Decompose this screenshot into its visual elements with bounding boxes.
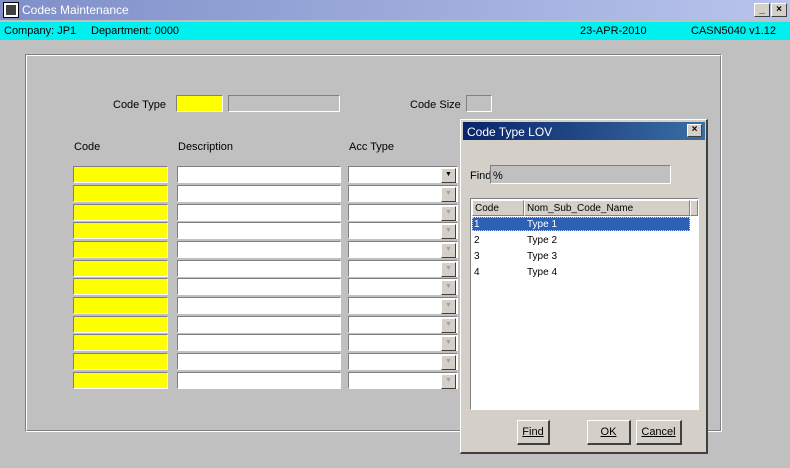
find-button-label: Find bbox=[522, 426, 544, 438]
code-type-input[interactable] bbox=[176, 95, 223, 112]
code-input[interactable] bbox=[73, 260, 168, 277]
cancel-button[interactable]: Cancel bbox=[636, 420, 682, 445]
list-header-filler bbox=[690, 200, 698, 216]
list-item[interactable]: 2 Type 2 bbox=[472, 234, 690, 248]
list-item-code: 4 bbox=[474, 267, 480, 278]
list-item-name: Type 2 bbox=[527, 235, 558, 246]
chevron-down-icon[interactable]: ▼ bbox=[441, 318, 456, 333]
list-item-code: 2 bbox=[474, 235, 480, 246]
acc-type-select[interactable]: ▼ bbox=[348, 222, 458, 239]
acc-type-select[interactable]: ▼ bbox=[348, 241, 458, 258]
code-input[interactable] bbox=[73, 278, 168, 295]
list-header-code[interactable]: Code bbox=[472, 200, 524, 216]
chevron-down-icon[interactable]: ▼ bbox=[441, 336, 456, 351]
code-type-label: Code Type bbox=[113, 99, 167, 111]
code-input[interactable] bbox=[73, 185, 168, 202]
list-header-name[interactable]: Nom_Sub_Code_Name bbox=[524, 200, 690, 216]
chevron-down-icon[interactable]: ▼ bbox=[441, 168, 456, 183]
description-input[interactable] bbox=[177, 316, 341, 333]
code-input[interactable] bbox=[73, 222, 168, 239]
find-input[interactable]: % bbox=[490, 165, 671, 184]
cancel-button-label: Cancel bbox=[641, 426, 676, 438]
chevron-down-icon[interactable]: ▼ bbox=[441, 224, 456, 239]
info-bar: Company: JP1 Department: 0000 23-APR-201… bbox=[0, 22, 790, 40]
find-label: Find bbox=[470, 170, 492, 182]
code-size-label: Code Size bbox=[410, 99, 461, 111]
code-size-field bbox=[466, 95, 492, 112]
list-item[interactable]: 1 Type 1 bbox=[472, 217, 690, 231]
acc-type-select[interactable]: ▼ bbox=[348, 353, 458, 370]
description-input[interactable] bbox=[177, 185, 341, 202]
description-input[interactable] bbox=[177, 278, 341, 295]
acc-type-select[interactable]: ▼ bbox=[348, 260, 458, 277]
list-item-code: 3 bbox=[474, 251, 480, 262]
window-title-bar[interactable]: Codes Maintenance _ × bbox=[0, 0, 790, 20]
description-input[interactable] bbox=[177, 334, 341, 351]
close-window-button[interactable]: × bbox=[771, 3, 787, 17]
find-button[interactable]: Find bbox=[517, 420, 550, 445]
dialog-title: Code Type LOV bbox=[467, 125, 553, 139]
code-input[interactable] bbox=[73, 334, 168, 351]
chevron-down-icon[interactable]: ▼ bbox=[441, 355, 456, 370]
chevron-down-icon[interactable]: ▼ bbox=[441, 374, 456, 389]
acc-type-select[interactable]: ▼ bbox=[348, 166, 458, 183]
description-input[interactable] bbox=[177, 372, 341, 389]
acc-type-column-header: Acc Type bbox=[349, 141, 395, 153]
dialog-title-bar[interactable]: Code Type LOV × bbox=[463, 122, 705, 140]
chevron-down-icon[interactable]: ▼ bbox=[441, 280, 456, 295]
list-item[interactable]: 4 Type 4 bbox=[472, 266, 690, 280]
code-input[interactable] bbox=[73, 241, 168, 258]
ok-button[interactable]: OK bbox=[587, 420, 631, 445]
chevron-down-icon[interactable]: ▼ bbox=[441, 262, 456, 277]
description-input[interactable] bbox=[177, 166, 341, 183]
app-icon bbox=[3, 2, 19, 18]
list-item-code: 1 bbox=[474, 219, 480, 230]
description-input[interactable] bbox=[177, 222, 341, 239]
description-input[interactable] bbox=[177, 260, 341, 277]
acc-type-select[interactable]: ▼ bbox=[348, 297, 458, 314]
list-item-name: Type 3 bbox=[527, 251, 558, 262]
version-label: CASN5040 v1.12 bbox=[691, 25, 776, 37]
description-input[interactable] bbox=[177, 297, 341, 314]
dialog-close-button[interactable]: × bbox=[687, 124, 702, 137]
ok-button-label: OK bbox=[600, 426, 617, 438]
description-input[interactable] bbox=[177, 241, 341, 258]
company-label: Company: JP1 bbox=[4, 25, 77, 37]
code-input[interactable] bbox=[73, 372, 168, 389]
minimize-button[interactable]: _ bbox=[754, 3, 770, 17]
window-title: Codes Maintenance bbox=[22, 3, 129, 17]
description-input[interactable] bbox=[177, 353, 341, 370]
code-input[interactable] bbox=[73, 353, 168, 370]
list-item-name: Type 1 bbox=[527, 219, 558, 230]
acc-type-select[interactable]: ▼ bbox=[348, 185, 458, 202]
code-type-description-field bbox=[228, 95, 340, 112]
date-label: 23-APR-2010 bbox=[580, 25, 647, 37]
code-input[interactable] bbox=[73, 204, 168, 221]
code-input[interactable] bbox=[73, 166, 168, 183]
code-input[interactable] bbox=[73, 316, 168, 333]
chevron-down-icon[interactable]: ▼ bbox=[441, 243, 456, 258]
acc-type-select[interactable]: ▼ bbox=[348, 278, 458, 295]
code-column-header: Code bbox=[74, 141, 101, 153]
acc-type-select[interactable]: ▼ bbox=[348, 372, 458, 389]
acc-type-select[interactable]: ▼ bbox=[348, 334, 458, 351]
acc-type-select[interactable]: ▼ bbox=[348, 204, 458, 221]
list-item[interactable]: 3 Type 3 bbox=[472, 250, 690, 264]
acc-type-select[interactable]: ▼ bbox=[348, 316, 458, 333]
code-input[interactable] bbox=[73, 297, 168, 314]
chevron-down-icon[interactable]: ▼ bbox=[441, 299, 456, 314]
chevron-down-icon[interactable]: ▼ bbox=[441, 206, 456, 221]
description-column-header: Description bbox=[178, 141, 234, 153]
description-input[interactable] bbox=[177, 204, 341, 221]
chevron-down-icon[interactable]: ▼ bbox=[441, 187, 456, 202]
list-item-name: Type 4 bbox=[527, 267, 558, 278]
department-label: Department: 0000 bbox=[91, 25, 180, 37]
